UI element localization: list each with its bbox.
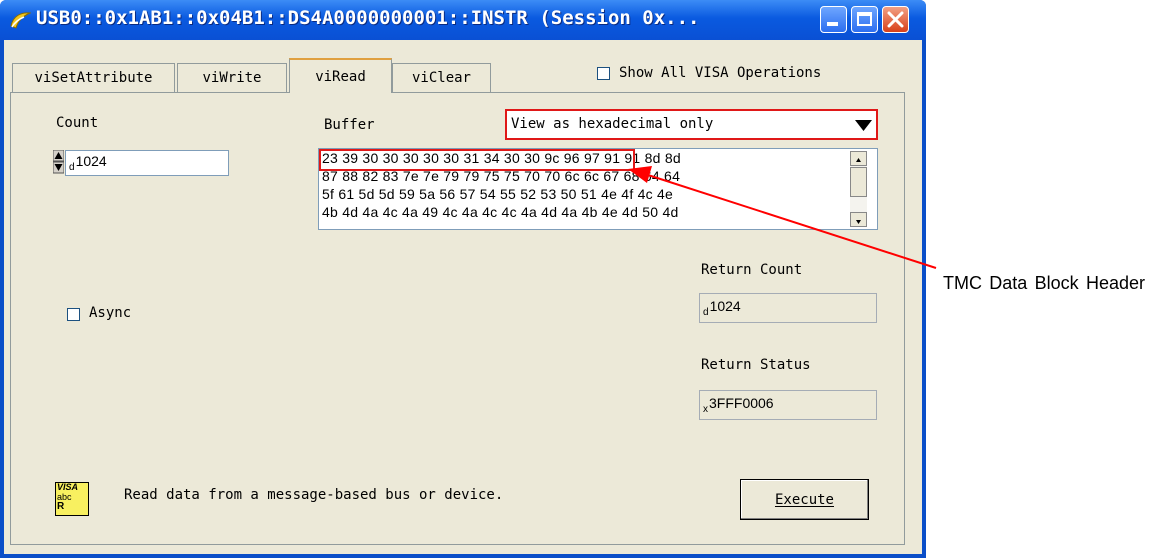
annotation-label: TMC Data Block Header [943,273,1145,293]
